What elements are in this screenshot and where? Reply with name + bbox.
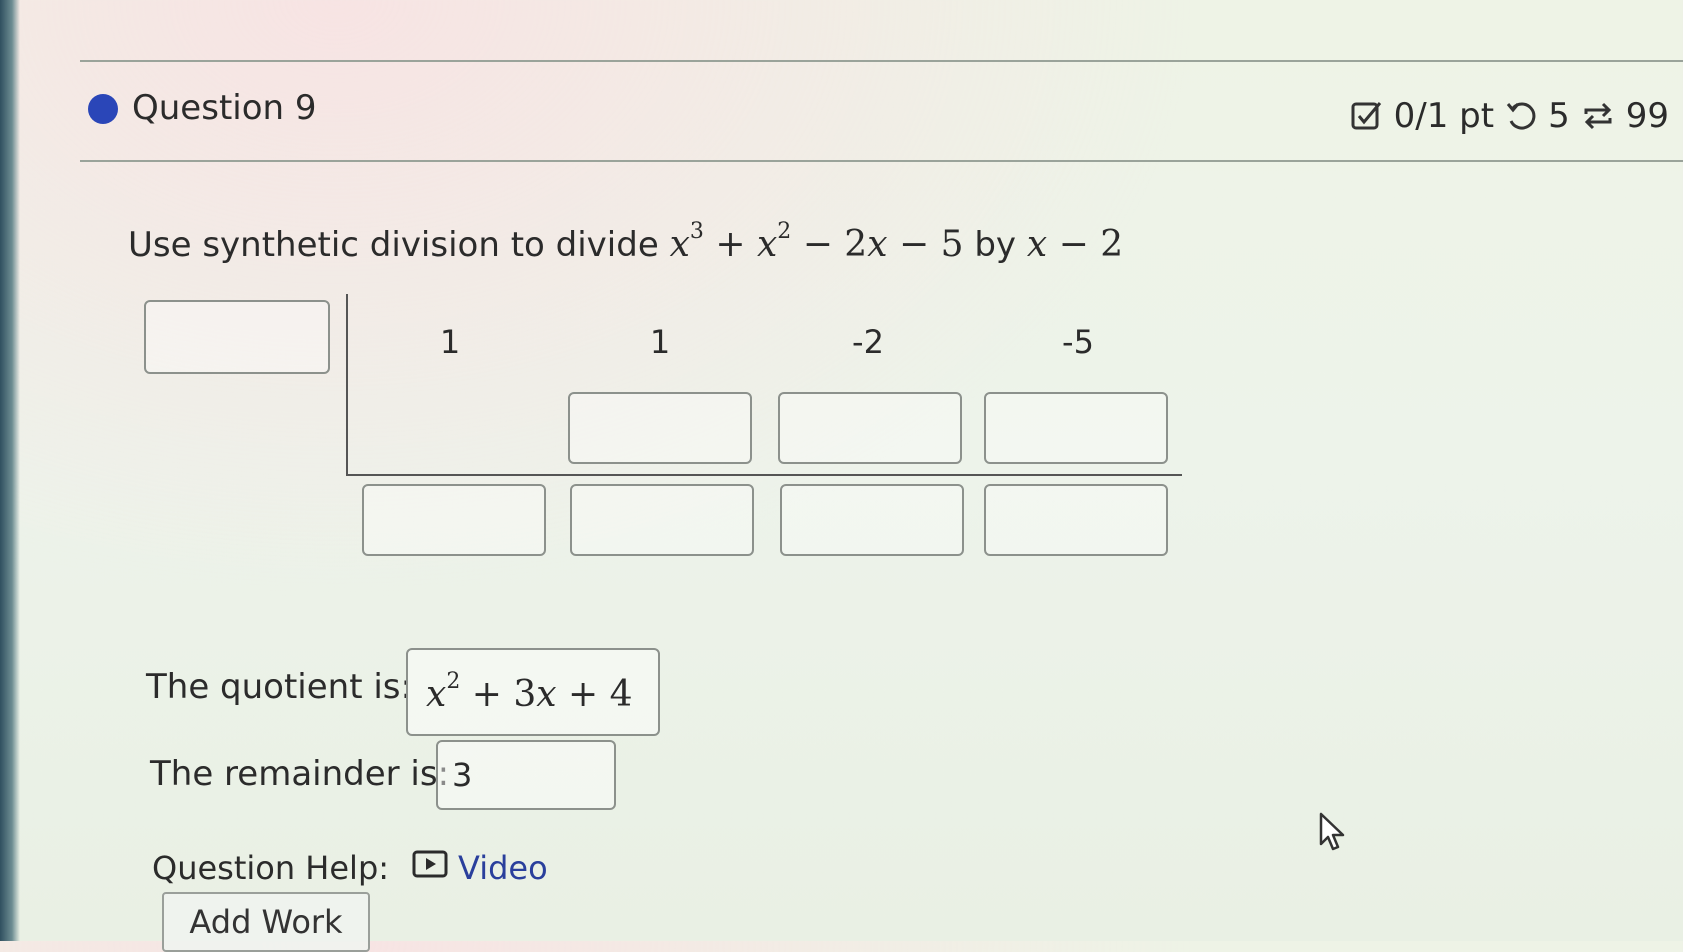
quotient-input[interactable]: x2 + 3x + 4 — [406, 648, 660, 736]
score-bar: 0/1 pt 5 99 — [1350, 96, 1669, 136]
play-video-icon — [412, 848, 448, 888]
coefficient-2: 1 — [649, 323, 671, 361]
screen-left-edge — [0, 0, 20, 941]
remainder-label: The remainder is: — [150, 754, 450, 794]
division-bracket-horizontal — [346, 474, 1182, 476]
quotient-label: The quotient is: — [146, 667, 412, 707]
coefficient-3: -2 — [852, 323, 884, 361]
dividend-expression: x3 + x2 − 2x − 5 — [669, 219, 964, 265]
divider-header — [80, 160, 1683, 162]
middle-row-input-3[interactable] — [778, 392, 962, 464]
division-bracket-vertical — [346, 294, 348, 474]
result-row-input-1[interactable] — [362, 484, 546, 556]
quotient-value: x2 + 3x + 4 — [426, 669, 633, 715]
coefficient-1: 1 — [439, 323, 461, 361]
question-prompt: Use synthetic division to divide x3 + x2… — [128, 210, 1123, 267]
remainder-input[interactable]: 3 — [436, 740, 616, 810]
question-help-label: Question Help: — [152, 849, 390, 887]
retries-count: 5 — [1548, 96, 1570, 136]
divisor-input[interactable] — [144, 300, 330, 374]
status-dot-icon — [88, 94, 118, 124]
add-work-button[interactable]: Add Work — [162, 892, 370, 952]
result-row-input-4[interactable] — [984, 484, 1168, 556]
checkbox-edit-icon — [1350, 99, 1384, 133]
undo-icon[interactable] — [1504, 99, 1538, 133]
result-row-input-3[interactable] — [780, 484, 964, 556]
video-help-link[interactable]: Video — [412, 848, 548, 888]
video-link-label: Video — [458, 849, 548, 887]
repeat-icon[interactable] — [1580, 99, 1616, 133]
coefficient-4: -5 — [1062, 323, 1094, 361]
remainder-value: 3 — [452, 756, 473, 794]
score-text: 0/1 pt — [1393, 96, 1495, 136]
result-row-input-2[interactable] — [570, 484, 754, 556]
divider-top — [80, 60, 1683, 62]
middle-row-input-4[interactable] — [984, 392, 1168, 464]
mouse-pointer-icon — [1318, 812, 1346, 856]
attempts-count: 99 — [1625, 96, 1669, 136]
prompt-joiner: by — [974, 225, 1017, 265]
middle-row-input-2[interactable] — [568, 392, 752, 464]
divisor-expression: x − 2 — [1026, 224, 1124, 265]
question-title: Question 9 — [132, 88, 317, 128]
prompt-lead: Use synthetic division to divide — [128, 225, 659, 265]
